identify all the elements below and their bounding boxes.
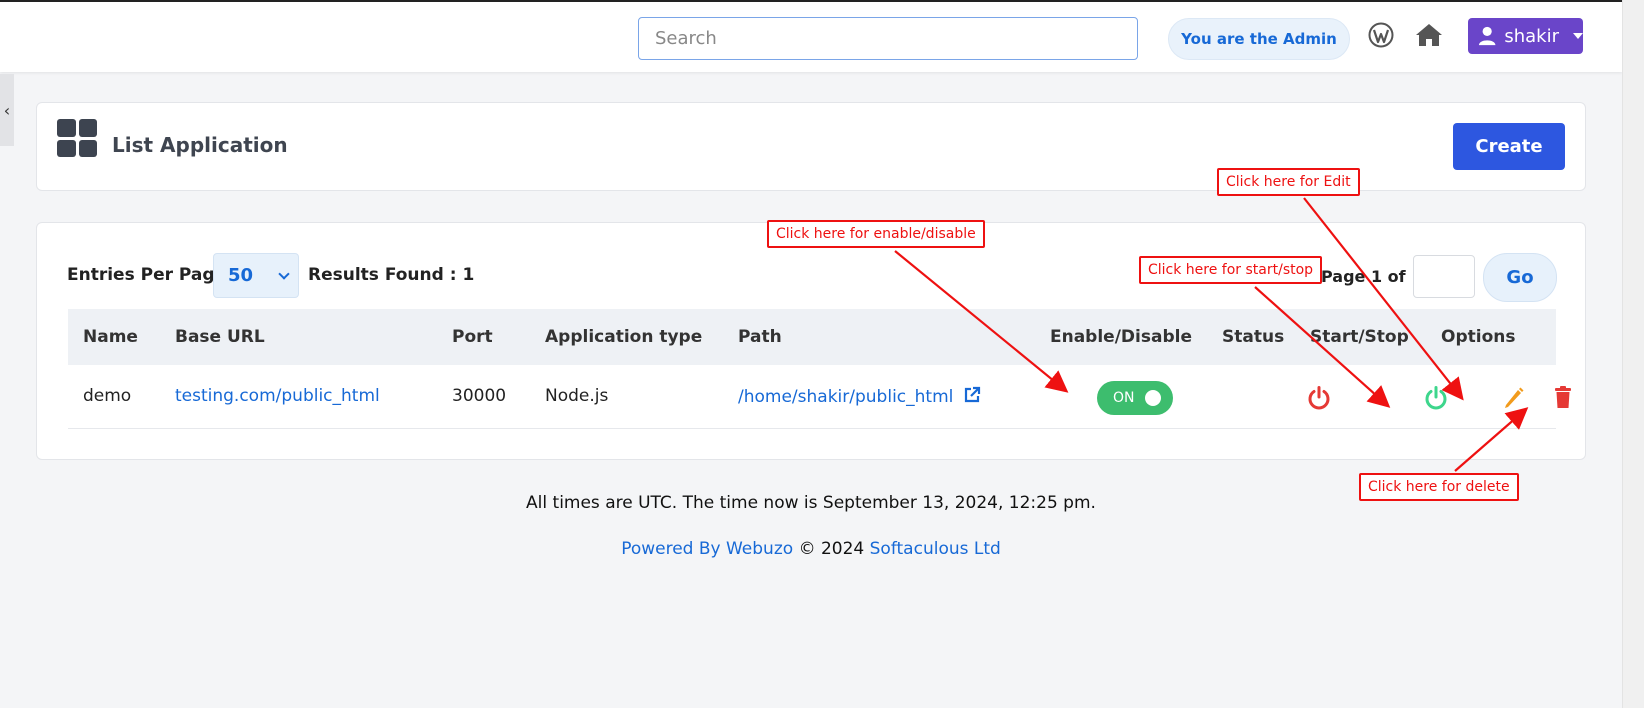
application-list-card: Entries Per Page 50 Results Found : 1 Pa… [36, 222, 1586, 460]
softaculous-link[interactable]: Softaculous Ltd [870, 539, 1001, 559]
base-url-link[interactable]: testing.com/public_html [175, 386, 380, 406]
chevron-down-icon [278, 268, 290, 280]
column-header-status: Status [1222, 327, 1285, 347]
trash-icon[interactable] [1553, 385, 1573, 409]
toggle-knob [1145, 390, 1161, 406]
path-link[interactable]: /home/shakir/public_html [738, 386, 981, 407]
cell-name: demo [83, 386, 132, 406]
callout-edit: Click here for Edit [1217, 168, 1360, 196]
search-input[interactable] [638, 17, 1138, 60]
page-indicator: Page 1 of 1 [1321, 267, 1423, 286]
enable-disable-toggle[interactable]: ON [1097, 381, 1173, 415]
chevron-down-icon [1573, 33, 1583, 39]
home-icon[interactable] [1414, 22, 1444, 48]
path-text: /home/shakir/public_html [738, 387, 954, 407]
results-count: Results Found : 1 [308, 265, 475, 285]
admin-badge: You are the Admin [1168, 18, 1350, 60]
entries-per-page-value: 50 [228, 265, 254, 286]
footer-powered-by: Powered By Webuzo © 2024 Softaculous Ltd [0, 539, 1622, 559]
callout-enable-disable: Click here for enable/disable [767, 220, 985, 248]
external-link-icon[interactable] [963, 386, 981, 404]
grid-icon [57, 119, 97, 157]
scrollbar[interactable] [1622, 0, 1644, 708]
callout-delete: Click here for delete [1359, 473, 1519, 501]
table-row: demo testing.com/public_html 30000 Node.… [68, 365, 1571, 429]
power-icon [1308, 386, 1330, 410]
user-name: shakir [1504, 25, 1559, 47]
page-title: List Application [112, 133, 288, 157]
entries-per-page-label: Entries Per Page [67, 265, 227, 285]
copyright-text: © 2024 [798, 539, 865, 559]
top-navbar: You are the Admin shakir [0, 0, 1622, 72]
table-header: Name Base URL Port Application type Path… [68, 309, 1556, 365]
page-number-input[interactable] [1413, 255, 1475, 298]
toggle-state-label: ON [1113, 390, 1135, 406]
user-menu-button[interactable]: shakir [1468, 18, 1583, 54]
edit-pencil-icon[interactable] [1502, 385, 1524, 409]
callout-start-stop: Click here for start/stop [1139, 256, 1323, 284]
column-header-start-stop: Start/Stop [1310, 327, 1409, 347]
sidebar-toggle[interactable]: ‹ [0, 74, 14, 146]
chevron-left-icon: ‹ [3, 100, 11, 120]
cell-application-type: Node.js [545, 386, 609, 406]
column-header-base-url: Base URL [175, 327, 265, 347]
cell-port: 30000 [452, 386, 507, 406]
column-header-application-type: Application type [545, 327, 703, 347]
column-header-port: Port [452, 327, 493, 347]
power-icon[interactable] [1423, 385, 1449, 411]
column-header-enable-disable: Enable/Disable [1050, 327, 1192, 347]
create-button[interactable]: Create [1453, 123, 1565, 170]
column-header-options: Options [1441, 327, 1516, 347]
wordpress-icon[interactable] [1368, 22, 1394, 48]
user-icon [1478, 26, 1496, 46]
entries-per-page-select[interactable]: 50 [213, 253, 299, 298]
go-button[interactable]: Go [1483, 253, 1557, 302]
column-header-name: Name [83, 327, 138, 347]
webuzo-link[interactable]: Powered By Webuzo [621, 539, 793, 559]
column-header-path: Path [738, 327, 782, 347]
